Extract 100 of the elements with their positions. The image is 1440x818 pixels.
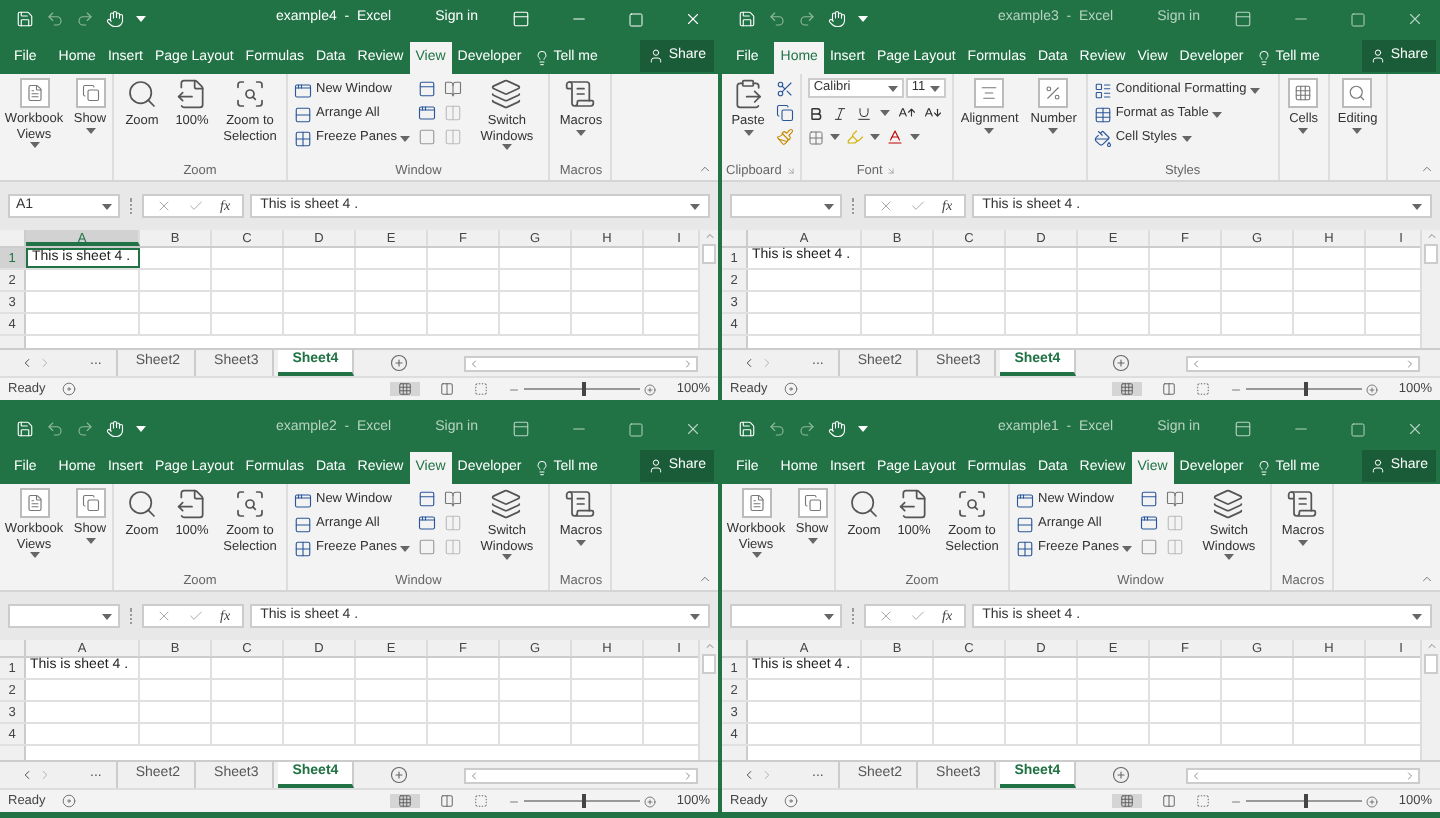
zoom-slider-thumb[interactable] <box>1304 794 1309 808</box>
lightbulb-icon <box>533 50 550 66</box>
scroll-right-icon <box>682 769 694 781</box>
row-header[interactable] <box>722 746 748 760</box>
dropdown-caret-icon <box>984 127 995 133</box>
number-button-icon <box>1044 84 1063 102</box>
arrange-all-button-icon <box>294 515 312 533</box>
new-sheet-icon <box>1112 766 1131 784</box>
scroll-thumb[interactable] <box>702 654 716 674</box>
person-icon <box>648 48 665 64</box>
next-sheet-icon <box>38 768 52 782</box>
zoom-in-icon <box>644 383 657 395</box>
dropdown-caret-icon <box>85 537 95 543</box>
previous-sheet-icon <box>742 768 756 782</box>
dropdown-caret-icon <box>858 16 868 22</box>
row-header[interactable] <box>0 746 26 760</box>
row-header[interactable] <box>722 336 748 348</box>
undo-icon <box>768 10 786 28</box>
zoom-out-icon <box>508 795 521 807</box>
zoom-out-icon <box>1230 795 1243 807</box>
dropdown-caret-icon <box>1048 127 1059 133</box>
dropdown-caret-icon <box>1352 127 1363 133</box>
scroll-up-icon <box>1425 230 1437 242</box>
touch-mode-icon <box>106 10 124 28</box>
scroll-thumb[interactable] <box>1424 244 1438 264</box>
vertical-scrollbar[interactable] <box>698 640 718 760</box>
close-icon <box>1406 10 1424 28</box>
previous-sheet-icon <box>20 356 34 370</box>
italic-icon <box>831 105 848 121</box>
name-box[interactable] <box>730 604 842 628</box>
horizontal-scrollbar[interactable] <box>464 767 698 783</box>
dropdown-caret-icon <box>858 426 868 432</box>
zoom-slider-thumb[interactable] <box>582 794 587 808</box>
copy-icon <box>776 104 794 122</box>
new-window-button-icon <box>294 491 312 509</box>
horizontal-scrollbar[interactable] <box>1186 767 1420 783</box>
zoom-button-icon <box>126 78 158 110</box>
horizontal-scrollbar[interactable] <box>464 355 698 371</box>
show-button-icon <box>803 494 821 512</box>
dropdown-caret-icon <box>1298 127 1309 133</box>
zoom-100-button-icon <box>176 78 208 110</box>
dropdown-caret-icon <box>501 554 512 560</box>
dropdown-caret-icon <box>887 85 898 91</box>
name-box[interactable] <box>730 194 842 218</box>
dropdown-caret-icon <box>1122 545 1133 551</box>
dropdown-caret-icon <box>1212 111 1223 117</box>
macros-button-icon <box>564 78 597 110</box>
scroll-right-icon <box>682 357 694 369</box>
name-box[interactable] <box>8 604 120 628</box>
macro-record-icon <box>783 382 798 396</box>
normal-view-icon <box>1120 794 1135 808</box>
zoom-slider-thumb[interactable] <box>582 382 587 396</box>
synchronous-scrolling-icon <box>444 514 463 532</box>
reset-position-icon <box>1166 538 1185 556</box>
page-layout-view-icon <box>1162 794 1177 808</box>
scroll-thumb[interactable] <box>702 244 716 264</box>
enter-icon <box>188 198 204 214</box>
scroll-right-icon <box>1404 769 1416 781</box>
lightbulb-icon <box>1255 460 1272 476</box>
macro-record-icon <box>61 382 76 396</box>
previous-sheet-icon <box>20 768 34 782</box>
split-icon <box>418 80 437 98</box>
lightbulb-icon <box>1255 50 1272 66</box>
zoom-in-icon <box>1366 383 1379 395</box>
scroll-right-icon <box>1404 357 1416 369</box>
person-icon <box>1370 48 1387 64</box>
unhide-icon <box>418 538 437 556</box>
workbook-views-button-icon <box>25 84 43 102</box>
vertical-scrollbar[interactable] <box>1420 230 1440 348</box>
new-window-button-icon <box>1016 491 1034 509</box>
scroll-up-icon <box>1425 640 1437 652</box>
page-layout-view-icon <box>440 382 455 396</box>
save-icon <box>16 420 34 438</box>
normal-view-icon <box>398 382 413 396</box>
reset-position-icon <box>444 128 463 146</box>
row-header[interactable] <box>0 336 26 348</box>
maximize-icon <box>1350 11 1366 27</box>
dropdown-caret-icon <box>1412 613 1422 619</box>
vertical-scrollbar[interactable] <box>1420 640 1440 760</box>
dropdown-caret-icon <box>400 135 411 141</box>
font-color-icon <box>885 128 904 146</box>
zoom-slider-thumb[interactable] <box>1304 382 1309 396</box>
dropdown-caret-icon <box>85 127 95 133</box>
dropdown-caret-icon <box>136 426 146 432</box>
freeze-panes-button-icon <box>1016 539 1034 557</box>
dropdown-caret-icon <box>29 142 39 148</box>
arrange-all-button-icon <box>294 105 312 123</box>
horizontal-scrollbar[interactable] <box>1186 355 1420 371</box>
zoom-in-icon <box>644 795 657 807</box>
format-painter-icon <box>776 128 794 146</box>
zoom-button-icon <box>848 488 880 520</box>
zoom-100-button-icon <box>176 488 208 520</box>
scroll-thumb[interactable] <box>1424 654 1438 674</box>
redo-icon <box>76 420 94 438</box>
person-icon <box>648 458 665 474</box>
ribbon-options-icon <box>1234 10 1252 28</box>
dropdown-caret-icon <box>1412 203 1422 209</box>
vertical-scrollbar[interactable] <box>698 230 718 348</box>
zoom-100-button-icon <box>898 488 930 520</box>
dropdown-caret-icon <box>575 129 586 135</box>
